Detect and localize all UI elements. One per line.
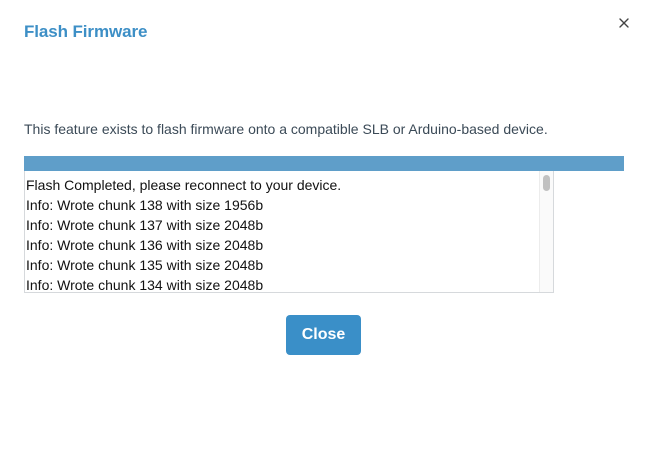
close-icon[interactable] bbox=[614, 13, 634, 33]
close-button[interactable]: Close bbox=[286, 315, 361, 355]
dialog-title: Flash Firmware bbox=[24, 22, 148, 41]
log-scrollbar[interactable] bbox=[539, 171, 553, 292]
progress-fill bbox=[24, 156, 624, 171]
flash-firmware-dialog: Flash Firmware This feature exists to fl… bbox=[0, 0, 648, 449]
log-scroll-thumb[interactable] bbox=[543, 175, 550, 191]
flash-log-box[interactable]: Flash Completed, please reconnect to you… bbox=[24, 171, 554, 293]
log-line: Info: Wrote chunk 134 with size 2048b bbox=[26, 277, 264, 293]
log-line: Info: Wrote chunk 136 with size 2048b bbox=[26, 237, 264, 253]
log-line: Info: Wrote chunk 135 with size 2048b bbox=[26, 257, 264, 273]
dialog-description: This feature exists to flash firmware on… bbox=[24, 121, 548, 137]
log-line: Info: Wrote chunk 137 with size 2048b bbox=[26, 217, 264, 233]
log-line: Info: Wrote chunk 138 with size 1956b bbox=[26, 197, 264, 213]
flash-progress-bar bbox=[24, 156, 624, 171]
log-lines: Flash Completed, please reconnect to you… bbox=[26, 175, 536, 293]
log-line: Flash Completed, please reconnect to you… bbox=[26, 177, 342, 193]
